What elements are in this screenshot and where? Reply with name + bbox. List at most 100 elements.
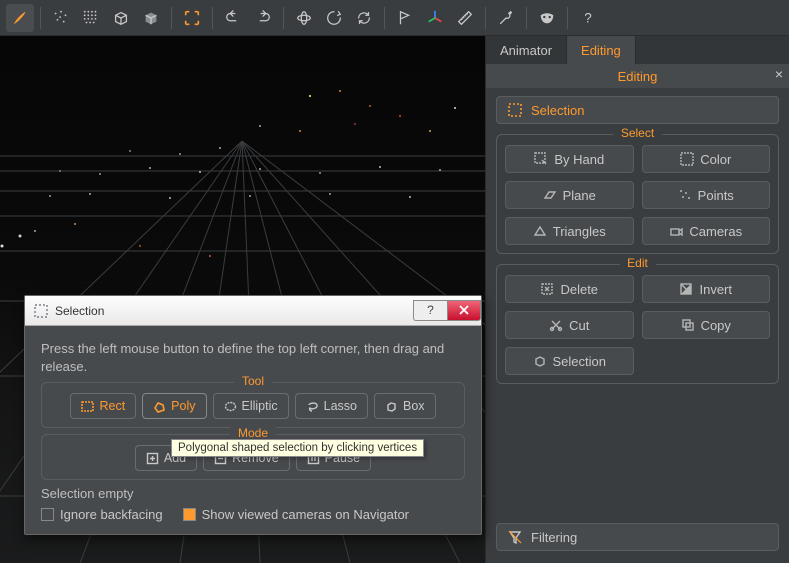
box-label: Box bbox=[403, 399, 425, 413]
show-cameras-checkbox[interactable]: Show viewed cameras on Navigator bbox=[183, 507, 409, 522]
tool-rect-button[interactable]: Rect bbox=[70, 393, 136, 419]
select-plane-button[interactable]: Plane bbox=[505, 181, 634, 209]
elliptic-icon bbox=[224, 400, 237, 413]
flag-icon[interactable] bbox=[391, 4, 419, 32]
panel-title: Editing bbox=[618, 69, 658, 84]
select-cameras-button[interactable]: Cameras bbox=[642, 217, 771, 245]
brush-icon[interactable] bbox=[6, 4, 34, 32]
redo-icon[interactable] bbox=[249, 4, 277, 32]
mask-icon[interactable] bbox=[533, 4, 561, 32]
filtering-row-button[interactable]: Filtering bbox=[496, 523, 779, 551]
cameras-icon bbox=[669, 224, 683, 238]
refresh-icon[interactable] bbox=[350, 4, 378, 32]
tool-legend: Tool bbox=[234, 374, 272, 388]
tool-lasso-button[interactable]: Lasso bbox=[295, 393, 368, 419]
selection-row-label: Selection bbox=[531, 103, 584, 118]
toolbar-separator bbox=[567, 7, 568, 29]
panel-tabs: Animator Editing bbox=[486, 36, 789, 64]
cameras-label: Cameras bbox=[689, 224, 742, 239]
tool-box-button[interactable]: Box bbox=[374, 393, 436, 419]
edit-selection-label: Selection bbox=[553, 354, 606, 369]
dialog-titlebar[interactable]: Selection ? bbox=[25, 296, 481, 326]
tool-poly-button[interactable]: Poly bbox=[142, 393, 206, 419]
select-points-button[interactable]: Points bbox=[642, 181, 771, 209]
points-dense-icon[interactable] bbox=[77, 4, 105, 32]
checkbox-box-icon bbox=[41, 508, 54, 521]
dialog-title-icon bbox=[33, 303, 49, 319]
select-color-button[interactable]: Color bbox=[642, 145, 771, 173]
select-legend: Select bbox=[613, 126, 662, 140]
edit-legend: Edit bbox=[619, 256, 656, 270]
dialog-help-button[interactable]: ? bbox=[413, 300, 447, 321]
plane-icon bbox=[543, 188, 557, 202]
edit-invert-button[interactable]: Invert bbox=[642, 275, 771, 303]
right-panel: Animator Editing Editing × Selection Sel… bbox=[485, 36, 789, 563]
invert-icon bbox=[679, 282, 693, 296]
poly-icon bbox=[153, 400, 166, 413]
points-sparse-icon[interactable] bbox=[47, 4, 75, 32]
toolbar-separator bbox=[40, 7, 41, 29]
box-icon bbox=[385, 400, 398, 413]
add-icon bbox=[146, 452, 159, 465]
ruler-icon[interactable] bbox=[451, 4, 479, 32]
undo-icon[interactable] bbox=[219, 4, 247, 32]
wrench-icon[interactable] bbox=[492, 4, 520, 32]
checkbox-box-icon bbox=[183, 508, 196, 521]
select-by-hand-button[interactable]: By Hand bbox=[505, 145, 634, 173]
panel-close-icon[interactable]: × bbox=[775, 66, 783, 82]
select-fieldset: Select By Hand Color Plane Points Triang… bbox=[496, 134, 779, 254]
bracket-select-icon[interactable] bbox=[178, 4, 206, 32]
edit-copy-button[interactable]: Copy bbox=[642, 311, 771, 339]
elliptic-label: Elliptic bbox=[242, 399, 278, 413]
svg-text:?: ? bbox=[584, 10, 592, 25]
tab-editing[interactable]: Editing bbox=[567, 36, 636, 64]
tool-elliptic-button[interactable]: Elliptic bbox=[213, 393, 289, 419]
by-hand-label: By Hand bbox=[554, 152, 604, 167]
plane-label: Plane bbox=[563, 188, 596, 203]
points-icon bbox=[678, 188, 692, 202]
dialog-close-button[interactable] bbox=[447, 300, 481, 321]
edit-delete-button[interactable]: Delete bbox=[505, 275, 634, 303]
lasso-label: Lasso bbox=[324, 399, 357, 413]
triangles-icon bbox=[533, 224, 547, 238]
selection-dialog[interactable]: Selection ? Press the left mouse button … bbox=[24, 295, 482, 535]
dialog-instruction: Press the left mouse button to define th… bbox=[41, 340, 465, 376]
tab-animator[interactable]: Animator bbox=[486, 36, 567, 64]
selection-row-button[interactable]: Selection bbox=[496, 96, 779, 124]
toolbar-separator bbox=[283, 7, 284, 29]
toolbar-separator bbox=[384, 7, 385, 29]
rotate-icon[interactable] bbox=[320, 4, 348, 32]
rect-label: Rect bbox=[99, 399, 125, 413]
invert-label: Invert bbox=[699, 282, 732, 297]
color-label: Color bbox=[700, 152, 731, 167]
select-triangles-button[interactable]: Triangles bbox=[505, 217, 634, 245]
selection-status: Selection empty bbox=[41, 486, 465, 501]
orbit-icon[interactable] bbox=[290, 4, 318, 32]
toolbar-separator bbox=[171, 7, 172, 29]
filter-icon bbox=[507, 529, 523, 545]
edit-selection-button[interactable]: Selection bbox=[505, 347, 634, 375]
help-icon[interactable]: ? bbox=[574, 4, 602, 32]
tool-tooltip: Polygonal shaped selection by clicking v… bbox=[171, 439, 424, 457]
copy-icon bbox=[681, 318, 695, 332]
poly-label: Poly bbox=[171, 399, 195, 413]
cut-label: Cut bbox=[569, 318, 589, 333]
copy-label: Copy bbox=[701, 318, 731, 333]
cut-icon bbox=[549, 318, 563, 332]
ignore-backfacing-checkbox[interactable]: Ignore backfacing bbox=[41, 507, 163, 522]
tool-fieldset: Tool Rect Poly Elliptic Lasso Box bbox=[41, 382, 465, 428]
ignore-backfacing-label: Ignore backfacing bbox=[60, 507, 163, 522]
cube-solid-icon[interactable] bbox=[137, 4, 165, 32]
lasso-icon bbox=[306, 400, 319, 413]
hand-select-icon bbox=[534, 152, 548, 166]
axes-icon[interactable] bbox=[421, 4, 449, 32]
points-label: Points bbox=[698, 188, 734, 203]
panel-title-row: Editing × bbox=[486, 64, 789, 88]
triangles-label: Triangles bbox=[553, 224, 606, 239]
selection-dashed-icon bbox=[507, 102, 523, 118]
cube-wire-icon[interactable] bbox=[107, 4, 135, 32]
edit-cut-button[interactable]: Cut bbox=[505, 311, 634, 339]
main-toolbar: ? bbox=[0, 0, 789, 36]
edit-fieldset: Edit Delete Invert Cut Copy Selection bbox=[496, 264, 779, 384]
rect-icon bbox=[81, 400, 94, 413]
